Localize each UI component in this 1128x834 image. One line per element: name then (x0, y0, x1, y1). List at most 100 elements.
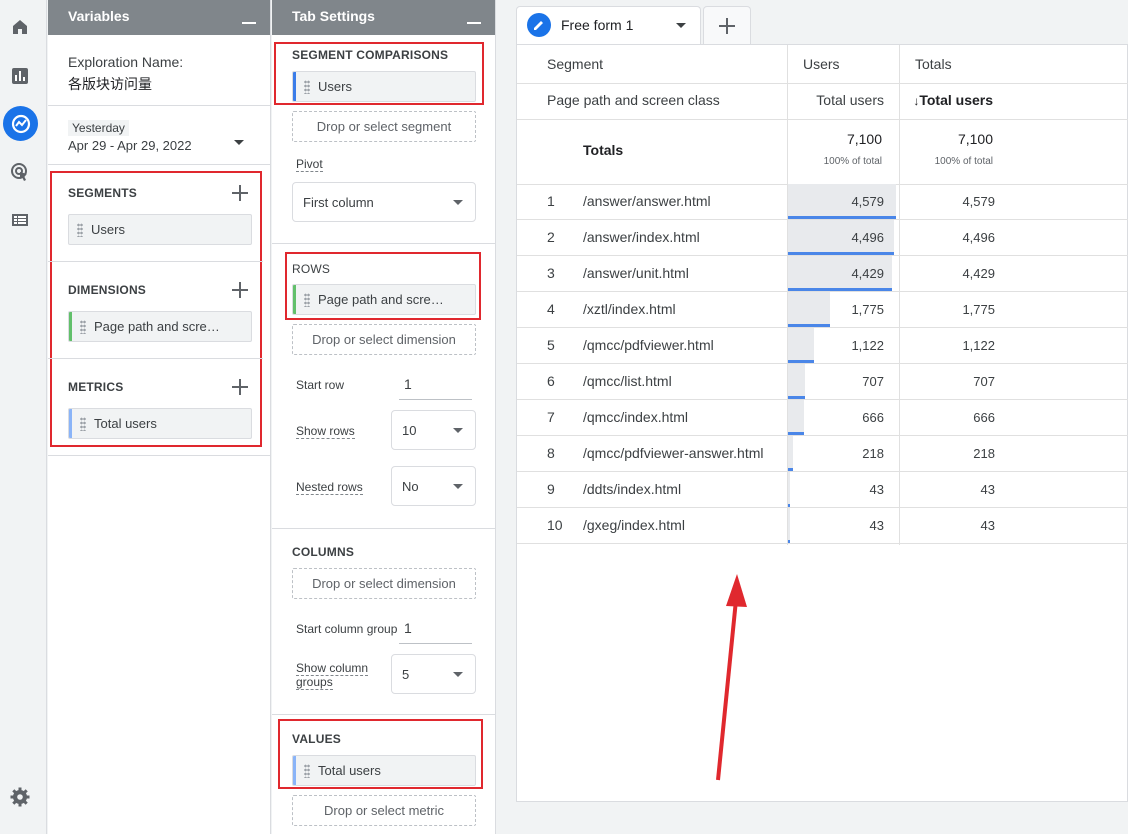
add-tab-button[interactable] (703, 6, 751, 44)
drop-dimension-rows-target[interactable]: Drop or select dimension (292, 324, 476, 355)
nested-rows-label: Nested rows (296, 480, 363, 495)
row-total-value: 4,429 (962, 266, 995, 281)
row-page-path: /gxeg/index.html (583, 517, 685, 533)
nested-rows-value: No (402, 478, 419, 494)
show-column-groups-select[interactable]: 5 (391, 654, 476, 694)
value-bar-fill (788, 400, 804, 435)
drop-metric-target[interactable]: Drop or select metric (292, 795, 476, 826)
row-users-value: 4,579 (851, 194, 884, 209)
date-range-picker[interactable]: Yesterday Apr 29 - Apr 29, 2022 (68, 118, 258, 156)
segment-chip-label: Users (91, 222, 125, 237)
row-page-path: /answer/unit.html (583, 265, 689, 281)
tab-label: Free form 1 (561, 17, 634, 33)
table-row[interactable]: 10/gxeg/index.html 43 43 (517, 508, 1128, 544)
reports-icon[interactable] (8, 64, 32, 88)
row-rank: 9 (547, 481, 555, 497)
values-chip-total-users[interactable]: Total users (292, 755, 476, 786)
value-bar-fill (788, 436, 793, 471)
table-row[interactable]: 4/xztl/index.html 1,775 1,775 (517, 292, 1128, 328)
col2-metric-header[interactable]: ↓Total users (913, 92, 993, 108)
show-rows-select[interactable]: 10 (391, 410, 476, 450)
table-row[interactable]: 1/answer/answer.html 4,579 4,579 (517, 184, 1128, 220)
nested-rows-select[interactable]: No (391, 466, 476, 506)
col1-total-pct: 100% of total (823, 156, 882, 167)
row-rank: 7 (547, 409, 555, 425)
settings-icon[interactable] (8, 785, 32, 809)
dimension-chip-label: Page path and scre… (94, 319, 220, 334)
row-users-value: 218 (862, 446, 884, 461)
drag-handle-icon[interactable] (80, 320, 86, 334)
exploration-name-value[interactable]: 各版块访问量 (68, 74, 152, 94)
table-row[interactable]: 9/ddts/index.html 43 43 (517, 472, 1128, 508)
free-form-table: Segment Page path and screen class Users… (516, 44, 1128, 802)
totals-label: Totals (583, 142, 624, 158)
row-users-value: 1,775 (851, 302, 884, 317)
row-rank: 6 (547, 373, 555, 389)
add-segment-icon[interactable] (232, 185, 248, 201)
row-rank: 5 (547, 337, 555, 353)
table-row[interactable]: 7/qmcc/index.html 666 666 (517, 400, 1128, 436)
row-page-path: /ddts/index.html (583, 481, 682, 497)
date-dropdown-icon[interactable] (234, 140, 244, 145)
row-total-value: 707 (973, 374, 995, 389)
add-metric-icon[interactable] (232, 379, 248, 395)
date-preset-badge: Yesterday (68, 120, 129, 136)
drag-handle-icon[interactable] (77, 223, 83, 237)
show-rows-value: 10 (402, 422, 417, 438)
segment-comparisons-title: SEGMENT COMPARISONS (292, 48, 449, 62)
start-column-group-input[interactable]: 1 (399, 616, 472, 644)
drag-handle-icon[interactable] (80, 417, 86, 431)
explore-icon[interactable] (3, 106, 38, 141)
row-users-value: 43 (869, 518, 884, 533)
tab-free-form-1[interactable]: Free form 1 (516, 6, 701, 44)
table-row[interactable]: 8/qmcc/pdfviewer-answer.html 218 218 (517, 436, 1128, 472)
variables-title: Variables (68, 8, 130, 24)
row-page-path: /qmcc/pdfviewer-answer.html (583, 445, 764, 461)
pencil-icon[interactable] (527, 13, 551, 37)
start-row-value: 1 (404, 376, 412, 392)
header-dimension[interactable]: Page path and screen class (547, 92, 720, 108)
row-rank: 1 (547, 193, 555, 209)
table-row[interactable]: 2/answer/index.html 4,496 4,496 (517, 220, 1128, 256)
date-range-text: Apr 29 - Apr 29, 2022 (68, 138, 192, 153)
start-column-group-value: 1 (404, 620, 412, 636)
drag-handle-icon[interactable] (304, 293, 310, 307)
drop-segment-target[interactable]: Drop or select segment (292, 111, 476, 142)
col1-metric-header[interactable]: Total users (816, 92, 884, 108)
show-column-groups-value: 5 (402, 666, 410, 682)
start-row-input[interactable]: 1 (399, 372, 472, 400)
drag-handle-icon[interactable] (304, 764, 310, 778)
configure-icon[interactable] (8, 208, 32, 232)
rows-chip-page-path[interactable]: Page path and scre… (292, 284, 476, 315)
drop-dimension-columns-target[interactable]: Drop or select dimension (292, 568, 476, 599)
metric-chip-total-users[interactable]: Total users (68, 408, 252, 439)
left-nav-rail (0, 0, 47, 834)
row-total-value: 43 (980, 482, 995, 497)
collapse-variables-icon[interactable] (242, 10, 256, 24)
drag-handle-icon[interactable] (304, 80, 310, 94)
col1-segment-header: Users (803, 56, 840, 72)
rows-chip-label: Page path and scre… (318, 292, 444, 307)
add-dimension-icon[interactable] (232, 282, 248, 298)
red-arrow-annotation (716, 574, 747, 781)
dimension-chip-page-path[interactable]: Page path and scre… (68, 311, 252, 342)
table-row[interactable]: 6/qmcc/list.html 707 707 (517, 364, 1128, 400)
tab-dropdown-icon[interactable] (676, 23, 686, 28)
tab-settings-panel: Tab Settings SEGMENT COMPARISONS Users D… (272, 0, 496, 834)
start-row-label: Start row (296, 378, 345, 392)
pivot-select[interactable]: First column (292, 182, 476, 222)
home-icon[interactable] (8, 15, 32, 39)
values-title: VALUES (292, 732, 341, 746)
row-total-value: 4,579 (962, 194, 995, 209)
collapse-tab-settings-icon[interactable] (467, 10, 481, 24)
table-row[interactable]: 5/qmcc/pdfviewer.html 1,122 1,122 (517, 328, 1128, 364)
metric-chip-label: Total users (94, 416, 157, 431)
row-total-value: 1,122 (962, 338, 995, 353)
advertising-icon[interactable] (8, 160, 32, 184)
segment-chip-users[interactable]: Users (68, 214, 252, 245)
segment-comparison-chip-users[interactable]: Users (292, 71, 476, 102)
col2-total-pct: 100% of total (934, 156, 993, 167)
table-row[interactable]: 3/answer/unit.html 4,429 4,429 (517, 256, 1128, 292)
row-page-path: /qmcc/pdfviewer.html (583, 337, 714, 353)
variables-highlight-box (50, 171, 262, 447)
